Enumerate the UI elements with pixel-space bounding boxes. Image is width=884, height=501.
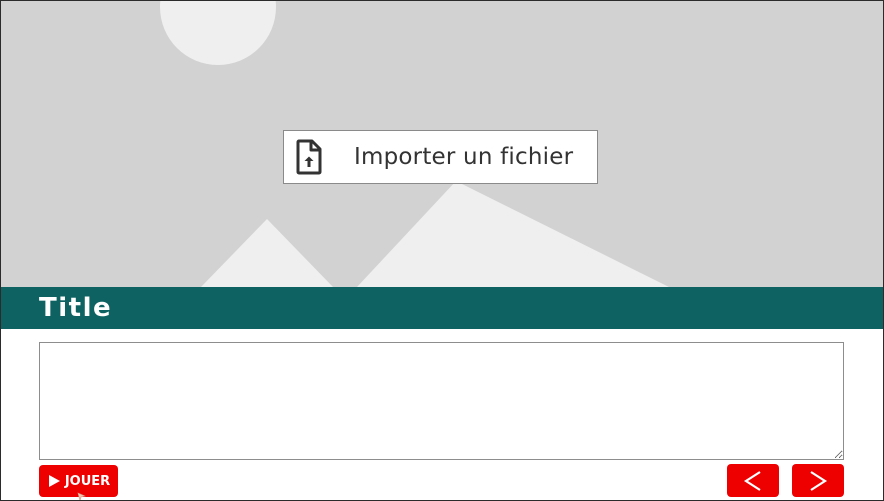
chevron-left-icon [743, 470, 761, 491]
next-button[interactable] [792, 464, 844, 497]
mouse-cursor-icon [77, 492, 86, 500]
image-placeholder: Importer un fichier [1, 1, 883, 287]
play-button-label: JOUER [64, 473, 111, 489]
title-bar: Title [1, 287, 883, 329]
file-upload-icon [294, 137, 324, 177]
small-mountain-shape [201, 219, 333, 287]
slide-title: Title [39, 293, 113, 323]
import-file-button[interactable]: Importer un fichier [283, 130, 598, 184]
previous-button[interactable] [727, 464, 779, 497]
slide-frame: Importer un fichier Title JOUER [0, 0, 884, 501]
play-icon [48, 475, 60, 487]
chevron-right-icon [810, 470, 828, 491]
description-textarea[interactable] [39, 342, 844, 460]
sun-shape [160, 1, 276, 65]
import-file-label: Importer un fichier [354, 144, 574, 170]
large-mountain-shape [357, 181, 669, 287]
